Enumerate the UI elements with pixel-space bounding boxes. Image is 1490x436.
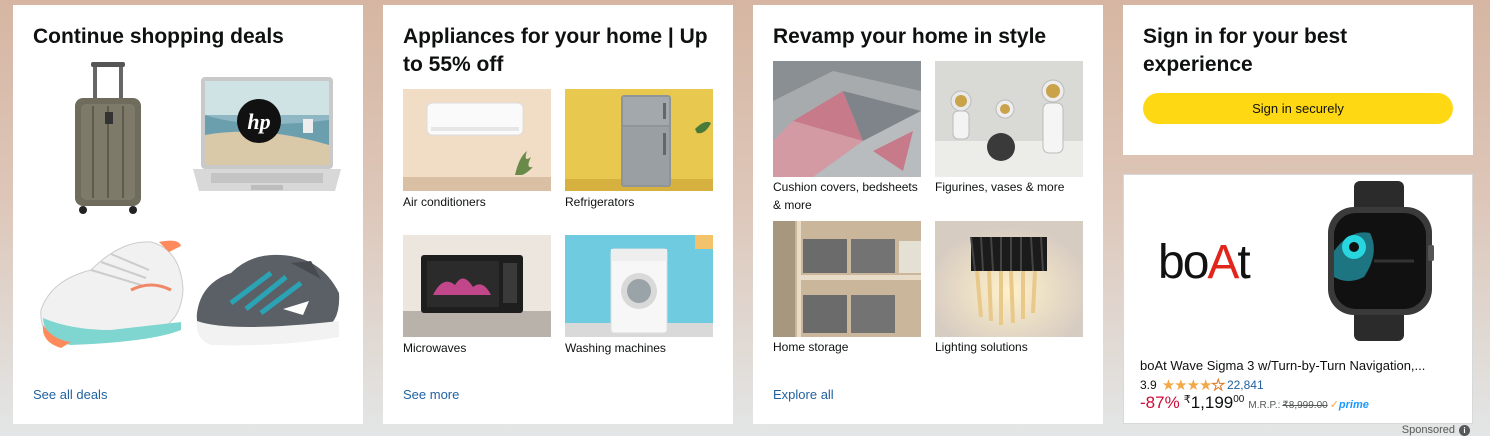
tile-lighting-solutions[interactable]: Lighting solutions: [935, 221, 1083, 361]
sign-in-securely-button[interactable]: Sign in securely: [1143, 93, 1453, 124]
card-appliances: Appliances for your home | Up to 55% off…: [383, 5, 733, 424]
boat-logo: boAt: [1158, 236, 1251, 289]
tile-label: Home storage: [773, 340, 849, 354]
explore-all-link[interactable]: Explore all: [773, 387, 834, 402]
sponsored-label[interactable]: Sponsored i: [1402, 424, 1470, 436]
discount-badge: -87%: [1140, 393, 1180, 412]
price-whole: 1,199: [1190, 393, 1234, 412]
tile-label: Figurines, vases & more: [935, 180, 1065, 194]
tile-microwaves[interactable]: Microwaves: [403, 235, 551, 365]
tile-refrigerators[interactable]: Refrigerators: [565, 89, 713, 219]
currency-symbol: ₹: [1183, 394, 1191, 406]
prime-label: prime: [1338, 399, 1369, 411]
laptop-image[interactable]: hp: [191, 75, 343, 197]
tile-washing-machines[interactable]: Washing machines: [565, 235, 713, 365]
see-all-deals-link[interactable]: See all deals: [33, 387, 107, 402]
rating-value: 3.9: [1140, 378, 1157, 392]
sponsored-text: Sponsored: [1401, 424, 1455, 436]
storage-image: [773, 221, 921, 337]
rug-image: [773, 61, 921, 177]
tile-label: Air conditioners: [403, 195, 486, 209]
tile-label: Cushion covers, bedsheets & more: [773, 180, 918, 212]
tile-label: Microwaves: [403, 341, 467, 355]
refrigerator-image: [565, 89, 713, 191]
tile-figurines[interactable]: Figurines, vases & more: [935, 61, 1083, 211]
tile-label: Lighting solutions: [935, 340, 1028, 354]
price-fraction: 00: [1233, 394, 1245, 405]
card-title: Appliances for your home | Up to 55% off: [403, 25, 708, 76]
card-sponsored-ad[interactable]: boAt boAt Wave Sigma 3 w/Turn-by-Turn Na…: [1123, 174, 1473, 424]
figurines-image: [935, 61, 1083, 177]
mrp-value: ₹8,999.00: [1282, 400, 1328, 411]
card-title: Revamp your home in style: [773, 25, 1047, 48]
review-count[interactable]: 22,841: [1227, 378, 1264, 392]
card-signin: Sign in for your best experience Sign in…: [1123, 5, 1473, 155]
signin-title: Sign in for your best experience: [1143, 25, 1348, 76]
wall-lamp-image: [935, 221, 1083, 337]
card-revamp-home: Revamp your home in style Cushion covers…: [753, 5, 1103, 424]
ad-product-title[interactable]: boAt Wave Sigma 3 w/Turn-by-Turn Navigat…: [1140, 357, 1460, 375]
card-continue-shopping: Continue shopping deals hp See all deals: [13, 5, 363, 424]
star-rating-icon[interactable]: ★★★★★: [1162, 376, 1226, 395]
see-more-link[interactable]: See more: [403, 387, 459, 402]
microwave-image: [403, 235, 551, 337]
mrp-label: M.R.P.:: [1248, 400, 1281, 411]
tile-air-conditioners[interactable]: Air conditioners: [403, 89, 551, 219]
card-title: Continue shopping deals: [33, 25, 284, 48]
tile-label: Refrigerators: [565, 195, 635, 209]
air-conditioner-image: [403, 89, 551, 191]
prime-badge: ✓prime: [1329, 399, 1369, 411]
suitcase-image[interactable]: [53, 60, 163, 215]
rating-row: 3.9 ★★★★★ 22,841: [1140, 376, 1264, 395]
washing-machine-image: [565, 235, 713, 337]
svg-text:hp: hp: [247, 109, 270, 134]
price-row: -87% ₹ 1,199 00 M.R.P.: ₹8,999.00 ✓prime: [1140, 393, 1369, 413]
info-icon[interactable]: i: [1459, 424, 1470, 436]
tile-home-storage[interactable]: Home storage: [773, 221, 921, 361]
tile-cushion-covers[interactable]: Cushion covers, bedsheets & more: [773, 61, 921, 212]
sports-shoe-image[interactable]: [191, 243, 343, 353]
sneaker-image[interactable]: [31, 230, 191, 350]
tile-label: Washing machines: [565, 341, 666, 355]
smartwatch-image: [1314, 181, 1444, 341]
